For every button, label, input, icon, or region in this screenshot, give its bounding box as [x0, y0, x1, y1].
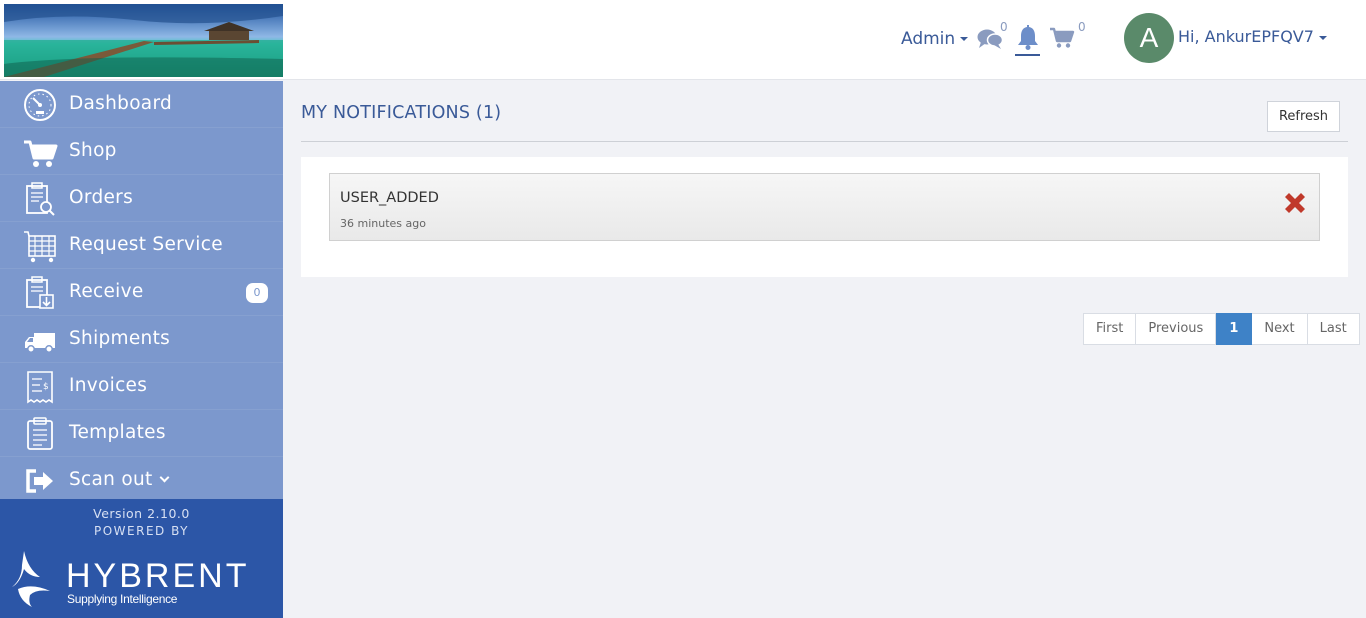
sidebar-item-shop[interactable]: Shop [0, 128, 283, 175]
receive-icon [26, 276, 54, 309]
notification-title: USER_ADDED [340, 190, 439, 206]
caret-down-icon [960, 37, 969, 41]
refresh-button[interactable]: Refresh [1267, 101, 1340, 132]
user-menu[interactable]: Hi, AnkurEPFQV7 [1178, 27, 1327, 46]
page-title: MY NOTIFICATIONS (1) [301, 103, 502, 123]
hybrent-logo-icon [12, 551, 50, 607]
version-text: Version 2.10.0 [93, 506, 190, 521]
sidebar-item-label: Scan out [69, 469, 170, 490]
sidebar-item-shipments[interactable]: Shipments [0, 316, 283, 363]
orders-icon [26, 182, 55, 216]
sidebar: Dashboard Shop Orders Request Service Re… [0, 81, 283, 618]
notification-time: 36 minutes ago [340, 217, 426, 230]
notification-item[interactable]: USER_ADDED 36 minutes ago [329, 173, 1320, 241]
sidebar-item-label: Orders [69, 187, 134, 208]
active-indicator [1015, 54, 1040, 56]
sidebar-footer: Version 2.10.0 POWERED BY HYBRENT Supply… [0, 499, 283, 618]
sidebar-item-label: Invoices [69, 375, 148, 396]
invoice-icon: $ [27, 371, 53, 404]
sidebar-item-label: Shop [69, 140, 117, 161]
messages-count: 0 [1000, 20, 1008, 34]
bell-icon[interactable] [1016, 25, 1040, 51]
receive-count-badge: 0 [246, 283, 268, 303]
user-greeting: Hi, AnkurEPFQV7 [1178, 27, 1314, 46]
cart-count: 0 [1078, 20, 1086, 34]
brand-tagline: Supplying Intelligence [67, 592, 178, 606]
sidebar-item-label: Shipments [69, 328, 171, 349]
delete-icon[interactable] [1280, 188, 1310, 218]
sidebar-item-label: Templates [69, 422, 166, 443]
sidebar-item-scan-out[interactable]: Scan out [0, 457, 283, 504]
pagination-current-page[interactable]: 1 [1216, 313, 1253, 345]
scan-out-label: Scan out [69, 469, 153, 490]
admin-menu[interactable]: Admin [901, 29, 969, 49]
admin-label: Admin [901, 29, 956, 49]
top-header: Admin 0 0 A Hi, AnkurEPFQV7 [0, 0, 1366, 80]
cart-header-icon[interactable] [1049, 27, 1075, 49]
templates-icon [27, 417, 53, 450]
dashboard-icon [24, 89, 56, 121]
request-service-icon [24, 231, 56, 263]
pagination-first[interactable]: First [1083, 313, 1137, 345]
sidebar-item-label: Request Service [69, 234, 223, 255]
truck-icon [25, 333, 55, 353]
sidebar-item-label: Dashboard [69, 93, 173, 114]
pagination-last[interactable]: Last [1307, 313, 1360, 345]
sidebar-item-request-service[interactable]: Request Service [0, 222, 283, 269]
caret-down-icon [1318, 35, 1327, 40]
sidebar-item-label: Receive [69, 281, 144, 302]
chevron-down-icon [159, 472, 170, 483]
pagination-next[interactable]: Next [1252, 313, 1308, 345]
banner-image [4, 4, 283, 77]
notifications-panel: USER_ADDED 36 minutes ago [301, 157, 1348, 277]
pagination: First Previous 1 Next Last [1083, 313, 1360, 345]
scan-out-icon [26, 469, 53, 493]
sidebar-item-receive[interactable]: Receive 0 [0, 269, 283, 316]
cart-icon [24, 140, 58, 167]
brand-name: HYBRENT [66, 557, 250, 595]
avatar[interactable]: A [1124, 13, 1174, 63]
pagination-previous[interactable]: Previous [1136, 313, 1217, 345]
sidebar-item-templates[interactable]: Templates [0, 410, 283, 457]
sidebar-item-orders[interactable]: Orders [0, 175, 283, 222]
sidebar-item-dashboard[interactable]: Dashboard [0, 81, 283, 128]
sidebar-item-invoices[interactable]: $ Invoices [0, 363, 283, 410]
powered-by-text: POWERED BY [93, 524, 189, 538]
svg-text:$: $ [43, 382, 49, 392]
title-divider [301, 141, 1348, 142]
